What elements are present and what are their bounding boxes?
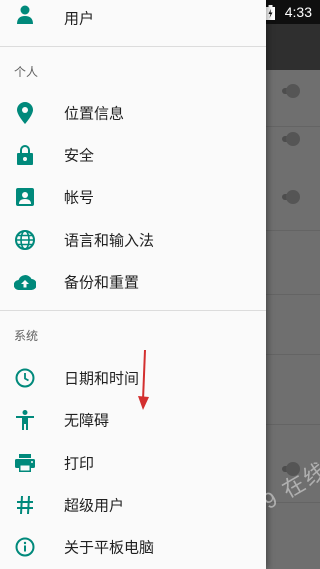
drawer-item-label: 超级用户 bbox=[64, 497, 125, 515]
drawer-item-label: 无障碍 bbox=[64, 412, 110, 430]
background-toggle bbox=[282, 132, 300, 146]
drawer-item-superuser[interactable]: 超级用户 bbox=[0, 484, 266, 526]
user-icon bbox=[14, 5, 36, 29]
drawer-item-label: 备份和重置 bbox=[64, 274, 140, 292]
location-pin-icon bbox=[14, 102, 36, 124]
clock-icon bbox=[14, 367, 36, 389]
section-header-personal: 个人 bbox=[14, 65, 39, 79]
lock-icon bbox=[14, 144, 36, 166]
background-divider bbox=[266, 126, 320, 127]
section-header-system: 系统 bbox=[14, 329, 39, 343]
globe-icon bbox=[14, 229, 36, 251]
drawer-item-label: 用户 bbox=[64, 10, 95, 28]
status-time: 4:33 bbox=[284, 4, 312, 20]
drawer-item-label: 位置信息 bbox=[64, 105, 125, 123]
drawer-item-print[interactable]: 打印 bbox=[0, 442, 266, 484]
drawer-item-label: 语言和输入法 bbox=[64, 232, 155, 250]
background-divider bbox=[266, 354, 320, 355]
navigation-drawer: 用户 个人 位置信息 安全 帐号 语言和输入法 备份和重置 系统 日期和时间 无… bbox=[0, 0, 266, 569]
background-toggle bbox=[282, 84, 300, 98]
drawer-item-backup-reset[interactable]: 备份和重置 bbox=[0, 261, 266, 303]
drawer-item-accessibility[interactable]: 无障碍 bbox=[0, 399, 266, 441]
background-divider bbox=[266, 294, 320, 295]
drawer-item-users[interactable]: 用户 bbox=[0, 0, 266, 39]
drawer-item-language-input[interactable]: 语言和输入法 bbox=[0, 219, 266, 261]
background-divider bbox=[266, 424, 320, 425]
battery-charging-icon bbox=[265, 4, 275, 20]
drawer-item-label: 安全 bbox=[64, 147, 95, 165]
drawer-item-about-tablet[interactable]: 关于平板电脑 bbox=[0, 526, 266, 568]
annotation-arrow-icon bbox=[136, 349, 152, 412]
cloud-upload-icon bbox=[14, 271, 36, 293]
drawer-item-security[interactable]: 安全 bbox=[0, 134, 266, 176]
account-box-icon bbox=[14, 186, 36, 208]
divider bbox=[0, 46, 266, 47]
drawer-item-label: 日期和时间 bbox=[64, 370, 140, 388]
info-icon bbox=[14, 536, 36, 558]
drawer-item-label: 打印 bbox=[64, 455, 95, 473]
background-toggle bbox=[282, 190, 300, 204]
drawer-item-location[interactable]: 位置信息 bbox=[0, 92, 266, 134]
divider bbox=[0, 310, 266, 311]
drawer-item-date-time[interactable]: 日期和时间 bbox=[0, 357, 266, 399]
drawer-item-account[interactable]: 帐号 bbox=[0, 176, 266, 218]
hash-icon bbox=[14, 494, 36, 516]
printer-icon bbox=[14, 452, 36, 474]
drawer-item-label: 帐号 bbox=[64, 189, 95, 207]
accessibility-icon bbox=[14, 409, 36, 431]
drawer-item-label: 关于平板电脑 bbox=[64, 539, 155, 557]
background-divider bbox=[266, 230, 320, 231]
